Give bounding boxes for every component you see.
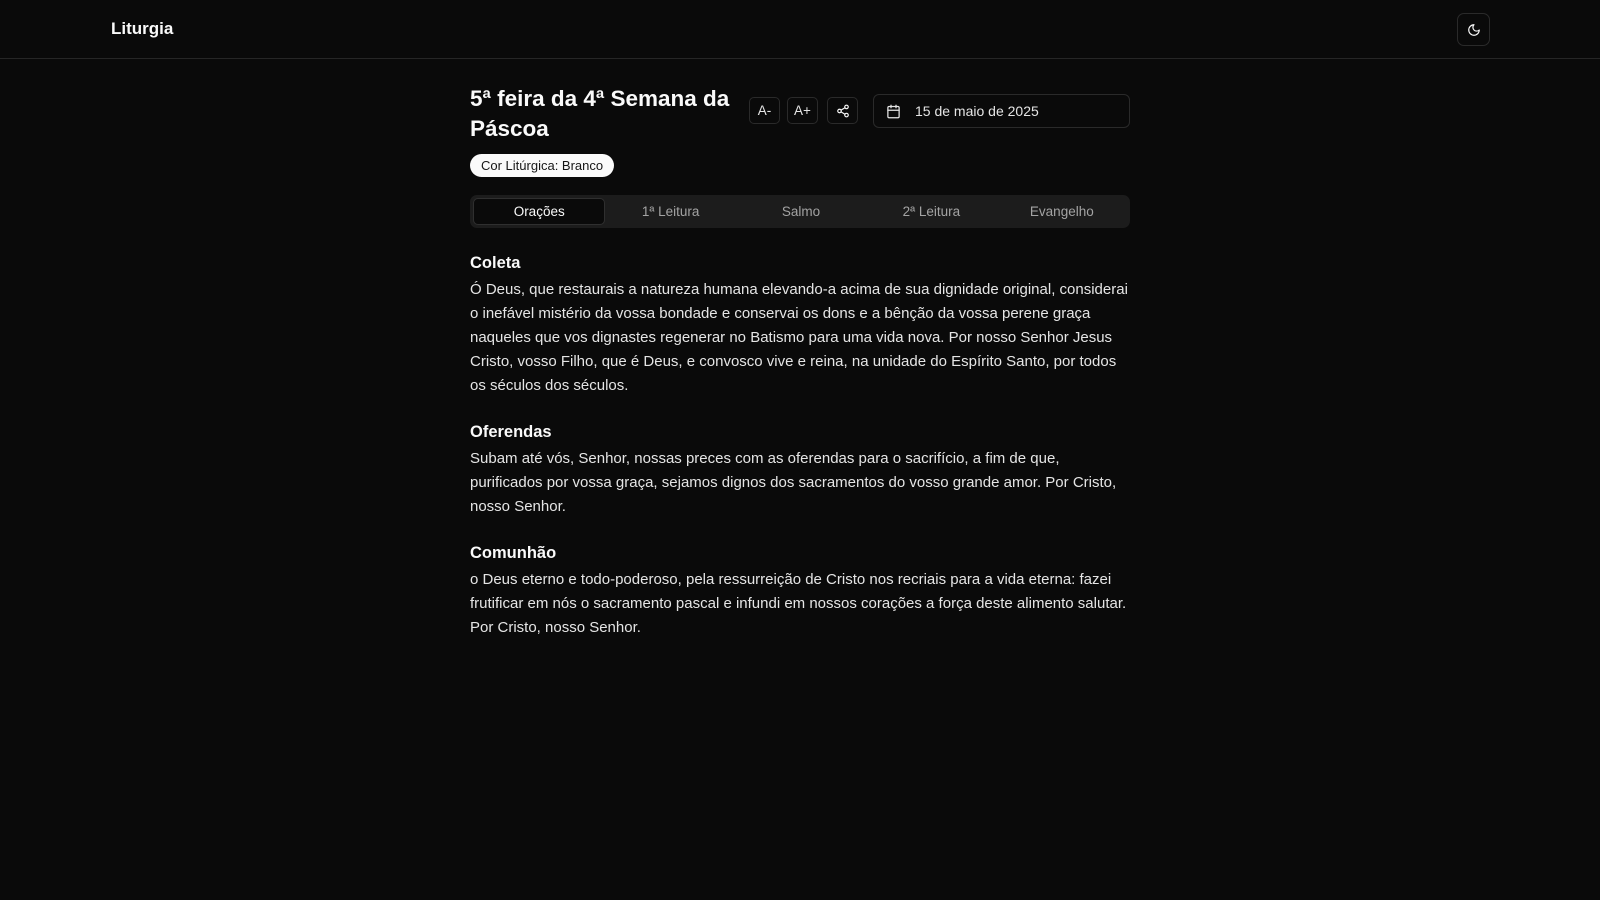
increase-font-button[interactable]: A+ [787,97,818,124]
tab-oracoes[interactable]: Orações [473,198,606,225]
readings-tabs: Orações 1ª Leitura Salmo 2ª Leitura Evan… [470,195,1130,228]
section-title: Oferendas [470,423,552,441]
section-title: Comunhão [470,544,557,562]
main-content: 5ª feira da 4ª Semana da Páscoa A- A+ 15… [470,84,1130,636]
date-picker-button[interactable]: 15 de maio de 2025 [873,94,1130,128]
top-bar: Liturgia [0,0,1600,59]
liturgical-color-badge: Cor Litúrgica: Branco [470,154,615,177]
decrease-font-button[interactable]: A- [749,97,780,124]
share-icon [836,104,849,117]
section-title: Coleta [470,254,521,272]
section-coleta: Coleta Ó Deus, que restaurais a natureza… [470,252,1130,398]
section-text: o Deus eterno e todo-poderoso, pela ress… [470,571,1127,636]
selected-date: 15 de maio de 2025 [915,103,1039,119]
section-comunhao: Comunhão o Deus eterno e todo-poderoso, … [470,542,1130,640]
tab-salmo[interactable]: Salmo [736,198,866,225]
app-brand[interactable]: Liturgia [111,19,173,39]
section-oferendas: Oferendas Subam até vós, Senhor, nossas … [470,421,1130,519]
share-button[interactable] [827,97,858,124]
page-title: 5ª feira da 4ª Semana da Páscoa [470,86,730,141]
tab-evangelho[interactable]: Evangelho [997,198,1127,225]
section-text: Subam até vós, Senhor, nossas preces com… [470,450,1117,515]
tab-segunda-leitura[interactable]: 2ª Leitura [866,198,996,225]
theme-toggle-button[interactable] [1457,13,1490,46]
page-header: 5ª feira da 4ª Semana da Páscoa A- A+ 15… [470,84,1130,141]
section-text: Ó Deus, que restaurais a natureza humana… [470,281,1128,394]
tab-primeira-leitura[interactable]: 1ª Leitura [605,198,735,225]
calendar-icon [887,104,900,118]
prayers-content: Coleta Ó Deus, que restaurais a natureza… [470,252,1130,663]
moon-icon [1467,23,1480,36]
